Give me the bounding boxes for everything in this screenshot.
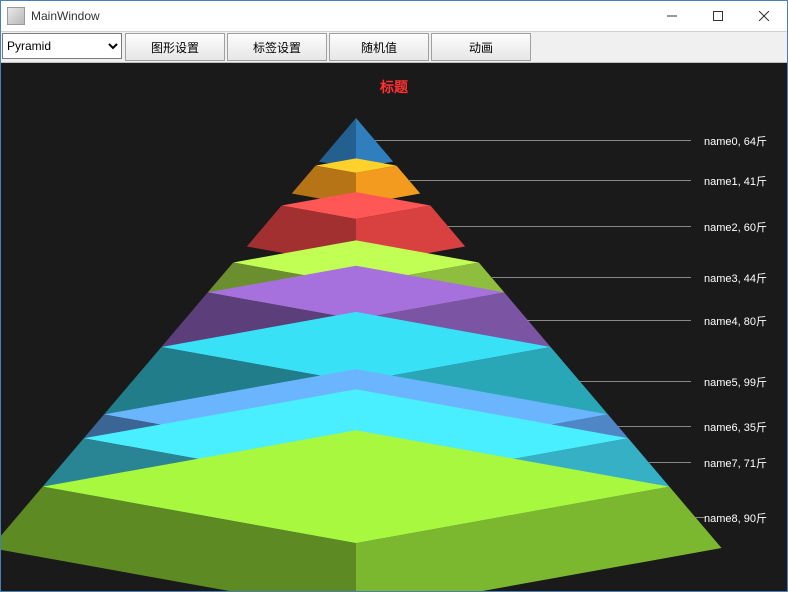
chart-label: name1, 41斤 [704,173,767,189]
app-icon [7,7,25,25]
close-icon [759,11,769,21]
chart-label: name7, 71斤 [704,455,767,471]
minimize-button[interactable] [649,1,695,31]
leader-line [527,320,691,321]
leader-line [695,517,705,518]
shape-settings-button[interactable]: 图形设置 [125,33,225,61]
label-settings-button[interactable]: 标签设置 [227,33,327,61]
chart-label: name0, 64斤 [704,133,767,149]
leader-line [649,462,691,463]
toolbar: Pyramid 图形设置 标签设置 随机值 动画 [1,32,787,63]
chart-label: name6, 35斤 [704,419,767,435]
chart-label: name3, 44斤 [704,270,767,286]
titlebar: MainWindow [1,1,787,32]
leader-line [408,180,691,181]
window-title: MainWindow [31,9,649,23]
chart-label: name5, 99斤 [704,374,767,390]
minimize-icon [667,11,677,21]
leader-line [375,140,691,141]
leader-line [448,226,691,227]
chart-label: name8, 90斤 [704,510,767,526]
leader-line [492,277,691,278]
chart-type-select[interactable]: Pyramid [2,33,122,59]
animation-button[interactable]: 动画 [431,33,531,61]
maximize-icon [713,11,723,21]
leader-line [579,381,691,382]
maximize-button[interactable] [695,1,741,31]
pyramid-chart [1,63,787,591]
main-window: MainWindow Pyramid 图形设置 标签设置 随机值 动画 标题 n… [0,0,788,592]
leader-line [618,426,691,427]
close-button[interactable] [741,1,787,31]
random-values-button[interactable]: 随机值 [329,33,429,61]
chart-area: 标题 name0, 64斤name1, 41斤name2, 60斤name3, … [1,63,787,591]
chart-label: name4, 80斤 [704,313,767,329]
chart-label: name2, 60斤 [704,219,767,235]
